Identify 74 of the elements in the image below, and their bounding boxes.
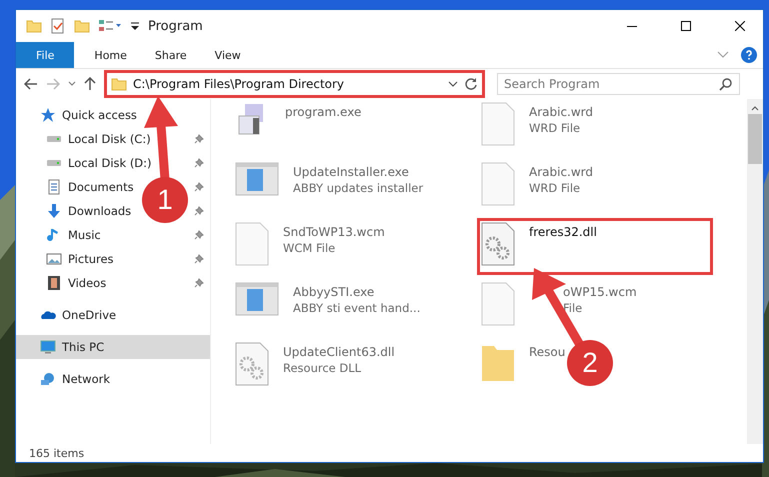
- sidebar-item[interactable]: Music: [68, 228, 101, 242]
- file-name: oWP15.wcm: [563, 285, 637, 299]
- file-name: program.exe: [285, 105, 362, 119]
- sidebar-item[interactable]: OneDrive: [62, 308, 116, 322]
- star-icon: [40, 107, 56, 123]
- view-options-icon: [98, 18, 122, 34]
- blank-file-icon: [481, 102, 515, 146]
- forward-arrow-icon: [46, 78, 60, 90]
- refresh-icon[interactable]: [464, 77, 478, 91]
- sidebar-item[interactable]: Documents: [68, 180, 134, 194]
- drive-icon: [46, 135, 62, 143]
- file-name: SndToWP13.wcm: [283, 225, 385, 239]
- folder-icon: [74, 18, 90, 34]
- download-icon: [46, 203, 62, 219]
- blank-file-icon: [481, 282, 515, 326]
- search-icon: [719, 78, 732, 91]
- sidebar-item[interactable]: Local Disk (C:): [68, 132, 151, 146]
- sidebar-item[interactable]: Network: [62, 372, 110, 386]
- up-button[interactable]: [82, 75, 98, 93]
- file-name: Arabic.wrd: [529, 165, 594, 179]
- file-name: UpdateClient63.dll: [283, 345, 395, 359]
- file-type: ABBY sti event hand...: [293, 301, 420, 315]
- application-window-icon: [235, 282, 279, 316]
- close-icon: [735, 21, 745, 31]
- file-type: WRD File: [529, 181, 582, 195]
- item-count: 165 items: [29, 446, 84, 460]
- file-name: Resou: [529, 345, 566, 359]
- file-name: UpdateInstaller.exe: [293, 165, 410, 179]
- blank-file-icon: [235, 222, 269, 266]
- drive-icon: [46, 159, 62, 167]
- file-name: AbbyySTI.exe: [293, 285, 376, 299]
- sidebar-item[interactable]: This PC: [16, 335, 210, 359]
- chevron-down-icon: [68, 81, 76, 87]
- file-name: freres32.dll: [529, 225, 597, 239]
- folder-icon: [26, 18, 42, 34]
- folder-icon: [111, 76, 127, 92]
- file-type: WCM File: [283, 241, 336, 255]
- file-menu-tab[interactable]: File: [16, 42, 74, 68]
- address-bar[interactable]: C:\Program Files\Program Directory: [104, 70, 485, 98]
- back-button[interactable]: [22, 76, 40, 92]
- application-window-icon: [235, 162, 279, 196]
- scroll-up-icon[interactable]: [751, 105, 759, 111]
- file-type: Resource DLL: [283, 361, 362, 375]
- customize-toolbar-icon: [130, 20, 140, 32]
- help-icon[interactable]: [741, 47, 757, 63]
- picture-icon: [46, 251, 62, 267]
- sidebar-item[interactable]: Videos: [68, 276, 106, 290]
- maximize-icon: [681, 21, 691, 31]
- film-icon: [46, 275, 62, 291]
- scrollbar-thumb[interactable]: [748, 114, 762, 164]
- sidebar-item[interactable]: Quick access: [62, 108, 137, 122]
- blank-file-icon: [481, 162, 515, 206]
- network-icon: [40, 371, 56, 387]
- back-arrow-icon: [24, 78, 38, 90]
- sidebar-item[interactable]: Pictures: [68, 252, 114, 266]
- file-type: WRD File: [529, 121, 582, 135]
- sidebar-item[interactable]: Local Disk (D:): [68, 156, 152, 170]
- chevron-down-icon[interactable]: [448, 81, 458, 87]
- file-type: ABBY updates installer: [293, 181, 424, 195]
- ribbon-tab[interactable]: View: [200, 42, 255, 68]
- ribbon-tab[interactable]: Share: [140, 42, 201, 68]
- sidebar-label: This PC: [62, 340, 104, 354]
- monitor-icon: [40, 339, 56, 355]
- gear-file-icon: [235, 342, 269, 386]
- window-title: Program: [148, 18, 204, 34]
- up-arrow-icon: [84, 77, 96, 91]
- document-icon: [46, 179, 62, 195]
- sidebar-item[interactable]: Downloads: [68, 204, 132, 218]
- gear-file-icon: [481, 222, 515, 266]
- properties-icon: [50, 18, 66, 34]
- file-type: File: [563, 301, 584, 315]
- file-name: Arabic.wrd: [529, 105, 594, 119]
- ribbon-tab[interactable]: Home: [80, 42, 141, 68]
- search-field[interactable]: Search Program: [497, 73, 740, 95]
